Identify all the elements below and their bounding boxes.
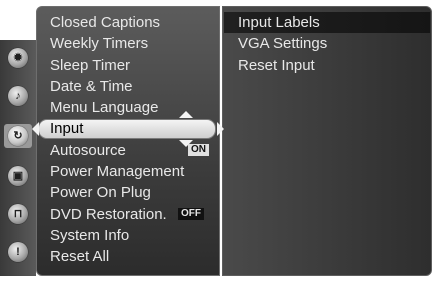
menu-item-label: Sleep Timer <box>50 56 131 74</box>
menu-item-reset-all[interactable]: Reset All <box>50 246 184 267</box>
submenu-list: Input Labels VGA Settings Reset Input <box>238 12 327 76</box>
help-icon[interactable]: ! <box>4 240 32 264</box>
tv-icon-glyph: ▣ <box>8 166 28 186</box>
menu-item-label: DVD Restoration. <box>50 205 167 223</box>
left-arrow-icon[interactable] <box>32 122 39 136</box>
submenu-item-vga-settings[interactable]: VGA Settings <box>238 33 327 54</box>
menu-item-label: Power Management <box>50 163 185 181</box>
menu-item-label: Closed Captions <box>50 14 161 31</box>
lock-icon-glyph: ⊓ <box>8 204 28 224</box>
menu-item-system-info[interactable]: System Info <box>50 225 184 246</box>
category-icon-strip: ✹ ♪ ↻ ▣ ⊓ ! <box>0 40 36 276</box>
menu-item-label: Input <box>50 120 84 138</box>
submenu-item-label: Input Labels <box>238 14 320 31</box>
menu-item-power-management[interactable]: Power Management <box>50 161 184 182</box>
autosource-status-badge: ON <box>188 143 209 156</box>
audio-icon-glyph: ♪ <box>8 86 28 106</box>
tv-menu-screen: ✹ ♪ ↻ ▣ ⊓ ! Closed Captions Weekly Timer… <box>0 0 436 282</box>
menu-item-sleep-timer[interactable]: Sleep Timer <box>50 55 184 76</box>
submenu-item-reset-input[interactable]: Reset Input <box>238 55 327 76</box>
settings-gear-icon-glyph: ✹ <box>8 48 28 68</box>
menu-item-label: Menu Language <box>50 99 159 117</box>
submenu-item-label: Reset Input <box>238 56 315 74</box>
tv-icon[interactable]: ▣ <box>4 164 32 188</box>
menu-item-label: Autosource <box>50 141 126 159</box>
menu-item-label: Reset All <box>50 248 110 266</box>
menu-item-dvd-restoration[interactable]: DVD Restoration. OFF <box>50 204 204 225</box>
submenu-item-input-labels[interactable]: Input Labels <box>238 12 327 33</box>
menu-item-label: Date & Time <box>50 77 133 95</box>
audio-icon[interactable]: ♪ <box>4 84 32 108</box>
settings-gear-icon[interactable]: ✹ <box>4 46 32 70</box>
menu-item-input[interactable]: Input <box>50 118 184 139</box>
setup-icon-glyph: ↻ <box>8 126 28 146</box>
submenu-item-label: VGA Settings <box>238 35 328 53</box>
setup-icon[interactable]: ↻ <box>4 124 32 148</box>
menu-item-power-on-plug[interactable]: Power On Plug <box>50 182 184 203</box>
lock-icon[interactable]: ⊓ <box>4 202 32 226</box>
menu-item-menu-language[interactable]: Menu Language <box>50 97 184 118</box>
right-arrow-icon[interactable] <box>217 122 224 136</box>
menu-item-label: System Info <box>50 226 130 244</box>
help-icon-glyph: ! <box>8 242 28 262</box>
menu-item-closed-captions[interactable]: Closed Captions <box>50 12 184 33</box>
menu-item-autosource[interactable]: Autosource ON <box>50 140 209 161</box>
dvd-restoration-status-badge: OFF <box>178 207 204 220</box>
menu-item-weekly-timers[interactable]: Weekly Timers <box>50 33 184 54</box>
menu-item-label: Power On Plug <box>50 184 151 202</box>
menu-item-label: Weekly Timers <box>50 35 149 53</box>
menu-item-date-time[interactable]: Date & Time <box>50 76 184 97</box>
main-menu-list: Closed Captions Weekly Timers Sleep Time… <box>50 12 209 268</box>
